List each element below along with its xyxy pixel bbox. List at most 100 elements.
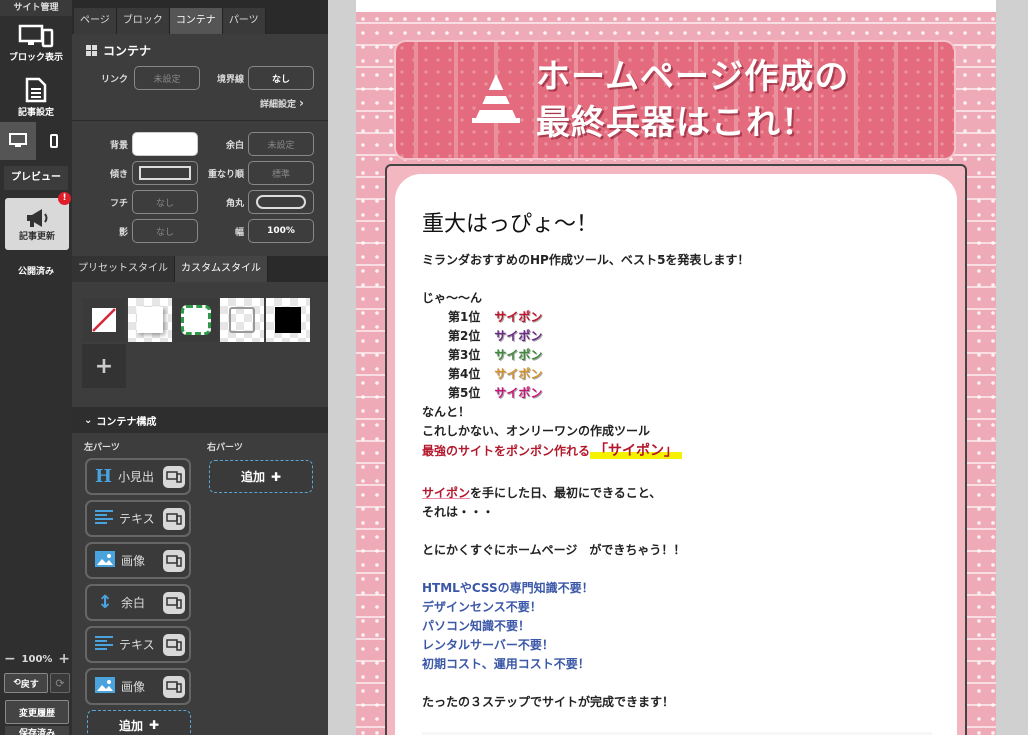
rank-number: 第4位	[448, 367, 481, 381]
ranking-item: 第5位 サイポン	[448, 384, 542, 401]
style-swatch-dashed-green[interactable]	[174, 298, 218, 342]
redo-button[interactable]: ⟳	[50, 673, 70, 693]
traffic-cone-icon	[472, 74, 520, 123]
part-label: 余白	[121, 596, 146, 610]
section-title-text: コンテナ	[103, 44, 152, 58]
border-field[interactable]: なし	[248, 66, 314, 90]
radius-field[interactable]	[248, 190, 314, 214]
strongest-line: 最強のサイトをポンポン作れる 「サイポン」	[422, 440, 683, 460]
only-one-text: これしかない、オンリーワンの作成ツール	[422, 424, 651, 438]
tab-custom-style[interactable]: カスタムスタイル	[175, 256, 268, 282]
device-visibility-icon[interactable]	[163, 508, 185, 530]
ranking-item: 第4位 サイポン	[448, 365, 542, 382]
add-label: 追加	[240, 470, 265, 484]
nanto-text: なんと！	[422, 405, 471, 419]
device-visibility-icon[interactable]	[163, 634, 185, 656]
link-field[interactable]: 未設定	[134, 66, 200, 90]
jaan-text: じゃ～～ん	[422, 291, 483, 305]
update-article-button[interactable]: 記事更新 !	[5, 192, 71, 250]
page-top-strip	[356, 0, 996, 12]
style-swatch-none[interactable]	[82, 298, 126, 342]
margin-label: 余白	[225, 140, 244, 151]
undo-button[interactable]: ⟲ 戻す	[4, 673, 48, 693]
hero-title: ホームページ作成の 最終兵器はこれ！	[536, 54, 849, 146]
undo-label: 戻す	[20, 679, 39, 690]
style-swatch-black[interactable]	[266, 298, 310, 342]
monitor-icon	[9, 133, 27, 147]
tab-parts[interactable]: パーツ	[222, 8, 266, 34]
composition-header[interactable]: ⌄ コンテナ構成	[72, 407, 328, 433]
chevron-right-icon: ›	[299, 96, 304, 110]
part-spacer[interactable]: ↕ 余白	[85, 584, 191, 621]
strongest-text: 最強のサイトをポンポン作れる	[422, 444, 591, 458]
tab-block[interactable]: ブロック	[116, 8, 170, 34]
link-label: リンク	[100, 74, 128, 85]
desktop-toggle[interactable]	[0, 122, 36, 160]
image-icon	[95, 677, 115, 696]
part-label: テキス	[119, 638, 155, 652]
container-frame[interactable]: 重大はっぴょ～！ ミランダおすすめのHP作成ツール、ベスト5を発表します！ じゃ…	[385, 164, 967, 735]
margin-field[interactable]: 未設定	[248, 132, 314, 156]
rank-name: サイポン	[494, 348, 543, 362]
hero-banner[interactable]: ホームページ作成の 最終兵器はこれ！	[394, 40, 956, 160]
device-toggle	[0, 122, 72, 160]
right-parts-label: 右パーツ	[207, 443, 243, 453]
part-text[interactable]: テキス	[85, 626, 191, 663]
section-title: コンテナ	[72, 34, 328, 60]
device-visibility-icon[interactable]	[163, 592, 185, 614]
update-article-label: 記事更新	[18, 231, 55, 242]
device-visibility-icon[interactable]	[163, 550, 185, 572]
background-color-swatch[interactable]	[132, 132, 198, 156]
site-admin-header[interactable]: サイト管理	[0, 0, 72, 16]
block-view-label: ブロック表示	[8, 52, 63, 63]
benefit-item: パソコン知識不要！	[422, 619, 531, 633]
mobile-toggle[interactable]	[36, 122, 72, 160]
part-label: 小見出	[118, 470, 155, 484]
shadow-field[interactable]: なし	[132, 219, 198, 243]
part-heading[interactable]: H 小見出	[85, 458, 191, 495]
part-image[interactable]: 画像	[85, 542, 191, 579]
container-settings-panel: ページ ブロック コンテナ パーツ コンテナ リンク 未設定 境界線 なし 詳細…	[72, 0, 328, 735]
article-settings-button[interactable]: 記事設定	[0, 66, 72, 128]
block-view-button[interactable]: ブロック表示	[0, 20, 72, 66]
rank-number: 第5位	[448, 386, 481, 400]
tab-preset-style[interactable]: プリセットスタイル	[72, 256, 175, 282]
stack-order-field[interactable]: 標準	[248, 161, 314, 185]
history-button[interactable]: 変更履歴	[5, 700, 69, 724]
content-box[interactable]: 重大はっぴょ～！ ミランダおすすめのHP作成ツール、ベスト5を発表します！ じゃ…	[395, 174, 957, 735]
page-preview[interactable]: ホームページ作成の 最終兵器はこれ！ 重大はっぴょ～！ ミランダおすすめのHP作…	[356, 12, 996, 735]
style-swatch-white-shadow[interactable]	[128, 298, 172, 342]
style-swatches: +	[82, 298, 322, 390]
part-text[interactable]: テキス	[85, 500, 191, 537]
zoom-in-button[interactable]: +	[58, 651, 70, 667]
radius-label: 角丸	[225, 198, 244, 209]
swatch-preview	[275, 307, 301, 333]
page-canvas: ホームページ作成の 最終兵器はこれ！ 重大はっぴょ～！ ミランダおすすめのHP作…	[328, 0, 1028, 735]
part-label: 画像	[121, 554, 146, 568]
got-it-text: を手にした日、最初にできること、	[470, 486, 662, 500]
edge-label: フチ	[109, 198, 128, 209]
anyway-text: とにかくすぐにホームページ ができちゃう！！	[422, 543, 686, 557]
zoom-out-button[interactable]: −	[4, 651, 16, 667]
preview-button[interactable]: プレビュー	[4, 166, 68, 190]
device-visibility-icon[interactable]	[163, 676, 185, 698]
style-swatch-gray-border[interactable]	[220, 298, 264, 342]
document-icon	[25, 77, 47, 102]
tilt-field[interactable]	[132, 161, 198, 185]
device-visibility-icon[interactable]	[163, 466, 185, 488]
ranking-item: 第3位 サイポン	[448, 346, 542, 363]
width-field[interactable]: 100%	[248, 219, 314, 243]
add-left-part-button[interactable]: 追加 ✚	[87, 710, 191, 735]
add-style-button[interactable]: +	[82, 344, 126, 388]
edge-field[interactable]: なし	[132, 190, 198, 214]
panel-tabs: ページ ブロック コンテナ パーツ	[72, 0, 328, 34]
part-image[interactable]: 画像	[85, 668, 191, 705]
tab-container[interactable]: コンテナ	[169, 8, 223, 34]
tab-page[interactable]: ページ	[74, 8, 117, 34]
detail-settings-link[interactable]: 詳細設定 ›	[260, 96, 304, 110]
add-right-part-button[interactable]: 追加 ✚	[209, 460, 313, 493]
style-tabs: プリセットスタイル カスタムスタイル	[72, 256, 328, 282]
background-label: 背景	[109, 140, 128, 151]
text-icon	[95, 636, 113, 653]
rank-number: 第2位	[448, 329, 481, 343]
